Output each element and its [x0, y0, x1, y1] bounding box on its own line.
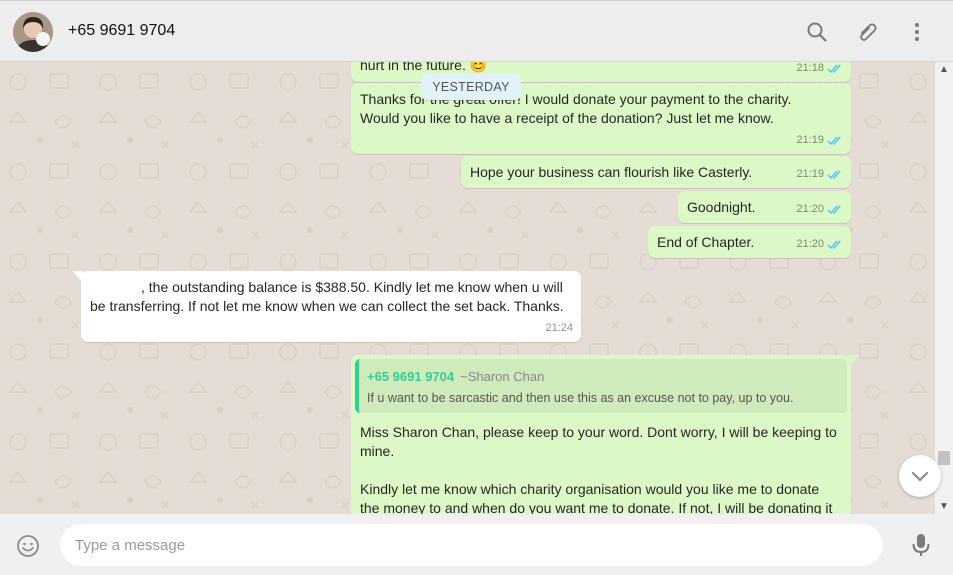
message-time: 21:19 [796, 134, 824, 146]
message-list[interactable]: hurt in the future. 😊 21:18 Thanks for t… [0, 62, 935, 514]
message-time: 21:24 [545, 322, 573, 334]
message-text: Goodnight. [687, 199, 756, 215]
message-text-line: the money to and when do you want me to … [360, 500, 833, 514]
message-meta: 21:20 [796, 235, 843, 254]
message-text-line: Kindly let me know which charity organis… [360, 481, 820, 497]
read-ticks-icon [827, 205, 841, 215]
message-text-line: , the outstanding balance is $388.50. Ki… [141, 279, 563, 295]
scroll-up-arrow-icon[interactable]: ▲ [939, 64, 949, 75]
message-time: 21:20 [796, 203, 824, 215]
message-text: Hope your business can flourish like Cas… [470, 164, 753, 180]
bubble-tail [73, 271, 83, 283]
emoji-icon[interactable] [16, 534, 40, 558]
message-text: End of Chapter. [657, 234, 755, 250]
chevron-down-icon [911, 471, 929, 482]
contact-name[interactable]: +65 9691 9704 [68, 22, 175, 40]
menu-icon[interactable] [906, 21, 928, 43]
scroll-to-bottom-button[interactable] [899, 455, 941, 497]
quoted-text: If u want to be sarcastic and then use t… [367, 391, 794, 405]
read-ticks-icon [827, 240, 841, 250]
microphone-icon[interactable] [910, 532, 932, 558]
message-meta: 21:20 [796, 200, 843, 219]
message-bubble-outgoing[interactable]: +65 9691 9704 ~Sharon Chan If u want to b… [351, 355, 851, 514]
contact-avatar[interactable] [13, 12, 53, 52]
message-bubble-outgoing[interactable]: Goodnight. 21:20 [678, 191, 851, 223]
composer-bar [0, 514, 953, 575]
read-ticks-icon [827, 136, 841, 146]
message-bubble-incoming[interactable]: , the outstanding balance is $388.50. Ki… [81, 271, 581, 342]
search-icon[interactable] [806, 21, 828, 43]
message-meta: 21:18 [796, 62, 843, 78]
message-text-line: Miss Sharon Chan, please keep to your wo… [360, 424, 837, 440]
message-time: 21:18 [796, 62, 824, 74]
date-divider: YESTERDAY [421, 74, 521, 100]
quoted-message[interactable]: +65 9691 9704 ~Sharon Chan If u want to b… [355, 359, 847, 413]
message-meta: 21:19 [796, 165, 843, 184]
message-meta: 21:24 [545, 319, 573, 338]
message-time: 21:19 [796, 168, 824, 180]
scroll-down-arrow-icon[interactable]: ▼ [939, 501, 949, 512]
quoted-sender-name: ~Sharon Chan [460, 369, 545, 384]
attach-icon[interactable] [856, 21, 878, 43]
bubble-tail [849, 355, 859, 367]
chat-header: +65 9691 9704 [0, 0, 953, 62]
message-meta: 21:19 [796, 131, 843, 150]
chat-scrollbar[interactable]: ▲ ▼ [935, 62, 953, 514]
message-text-line: mine. [360, 443, 395, 459]
message-text-line: Would you like to have a receipt of the … [360, 110, 774, 126]
quoted-sender-number: +65 9691 9704 [367, 369, 455, 384]
message-bubble-outgoing[interactable]: Hope your business can flourish like Cas… [461, 156, 851, 188]
message-input[interactable] [60, 524, 883, 566]
message-time: 21:20 [796, 238, 824, 250]
message-text-line: be transferring. If not let me know when… [90, 298, 564, 314]
read-ticks-icon [827, 170, 841, 180]
read-ticks-icon [827, 64, 841, 74]
message-bubble-outgoing[interactable]: End of Chapter. 21:20 [648, 226, 851, 258]
